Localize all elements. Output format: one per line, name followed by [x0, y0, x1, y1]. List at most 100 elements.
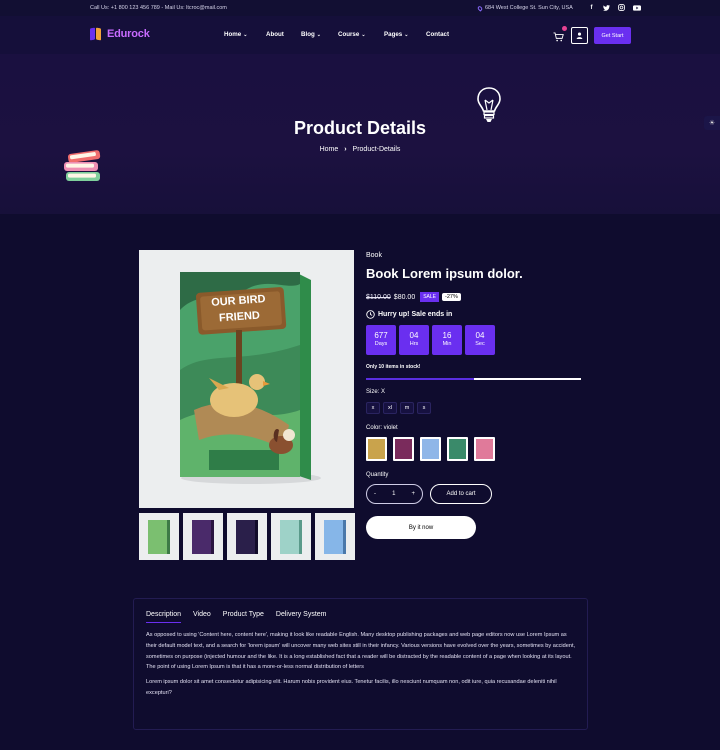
product-thumbnails [139, 513, 355, 560]
chevron-down-icon: ⌄ [404, 31, 409, 38]
size-option-xl[interactable]: xl [383, 402, 397, 414]
price-row: $110.00 $80.00 SALE -27% [366, 292, 461, 302]
brand-logo[interactable]: Edurock [90, 27, 150, 41]
color-option-2[interactable] [393, 437, 414, 461]
instagram-icon[interactable] [617, 3, 626, 12]
nav-contact[interactable]: Contact [426, 31, 449, 38]
quantity-stepper: - 1 + [366, 484, 423, 504]
nav-home-label: Home [224, 31, 242, 38]
decrement-button[interactable]: - [374, 491, 376, 497]
sun-icon: ☀ [708, 120, 716, 127]
increment-button[interactable]: + [411, 491, 415, 497]
book-stack-icon [62, 150, 104, 189]
swatch-fill [476, 439, 493, 459]
user-account-button[interactable] [571, 27, 588, 44]
old-price: $110.00 [366, 293, 391, 301]
countdown-seconds: 04 Sec [465, 325, 495, 355]
buy-now-button[interactable]: By it now [366, 516, 476, 539]
chevron-down-icon: ⌄ [361, 31, 366, 38]
nav-home[interactable]: Home ⌄ [224, 31, 266, 38]
description-paragraph: As opposed to using 'Content here, conte… [146, 632, 576, 671]
facebook-icon[interactable]: f [587, 3, 596, 12]
sale-badge: SALE [420, 292, 440, 302]
nav-course-label: Course [338, 31, 360, 38]
color-options [366, 437, 495, 461]
brand-name: Edurock [107, 28, 150, 40]
address: 684 West College St. Sun City, USA [476, 4, 573, 12]
color-option-4[interactable] [447, 437, 468, 461]
color-option-1[interactable] [366, 437, 387, 461]
size-label: Size: X [366, 389, 386, 395]
nav-pages[interactable]: Pages ⌄ [384, 31, 426, 38]
user-icon [576, 32, 583, 39]
countdown-hours: 04 Hrs [399, 325, 429, 355]
thumbnail-cover [280, 519, 302, 554]
countdown-value: 677 [374, 331, 388, 340]
countdown-value: 16 [442, 331, 452, 340]
product-title: Book Lorem ipsum dolor. [366, 266, 523, 281]
quantity-label: Quantity [366, 472, 389, 478]
breadcrumb-home[interactable]: Home [320, 146, 339, 153]
nav-course[interactable]: Course ⌄ [338, 31, 384, 38]
location-pin-icon [476, 4, 484, 12]
color-option-5[interactable] [474, 437, 495, 461]
add-to-cart-button[interactable]: Add to cart [430, 484, 492, 504]
nav-blog[interactable]: Blog ⌄ [301, 31, 338, 38]
tab-delivery-system[interactable]: Delivery System [276, 611, 327, 623]
book-logo-icon [90, 27, 102, 41]
countdown-unit: Min [442, 341, 452, 347]
stock-text: Only 10 items in stock! [366, 364, 421, 370]
countdown-value: 04 [409, 331, 419, 340]
thumbnail-4[interactable] [271, 513, 311, 560]
product-main-image[interactable]: OUR BIRD FRIEND [139, 250, 354, 508]
size-option-s[interactable]: s [417, 402, 431, 414]
description-paragraph: Lorem ipsum dolor sit amet consectetur a… [146, 679, 557, 696]
countdown-value: 04 [475, 331, 485, 340]
color-label: Color: violet [366, 425, 398, 431]
top-bar: Call Us: +1 800 123 456 789 - Mail Us: l… [0, 0, 720, 16]
thumbnail-cover [324, 519, 346, 554]
countdown-unit: Hrs [409, 341, 419, 347]
thumbnail-cover [192, 519, 214, 554]
size-option-x[interactable]: x [366, 402, 380, 414]
thumbnail-cover [148, 519, 170, 554]
nav-contact-label: Contact [426, 31, 450, 38]
quantity-value[interactable]: 1 [392, 491, 395, 497]
youtube-icon[interactable] [632, 3, 641, 12]
countdown-timer: 677 Days 04 Hrs 16 Min 04 Sec [366, 325, 495, 355]
tab-list: Description Video Product Type Delivery … [146, 611, 327, 623]
thumbnail-2[interactable] [183, 513, 223, 560]
social-links: f [587, 3, 641, 12]
thumbnail-cover [236, 519, 258, 554]
get-start-button[interactable]: Get Start [594, 27, 631, 44]
main-nav: Home ⌄ About Blog ⌄ Course ⌄ Pages ⌄ Con… [224, 31, 449, 38]
current-price: $80.00 [393, 293, 416, 301]
chevron-down-icon: ⌄ [243, 31, 248, 38]
swatch-fill [422, 439, 439, 459]
breadcrumb-current: Product-Details [352, 146, 401, 153]
hurry-text: Hurry up! Sale ends in [378, 311, 453, 318]
settings-toggle[interactable]: ☀ [704, 116, 720, 130]
tab-product-type[interactable]: Product Type [223, 611, 264, 623]
discount-badge: -27% [442, 293, 461, 301]
size-option-m[interactable]: m [400, 402, 414, 414]
thumbnail-1[interactable] [139, 513, 179, 560]
contact-info: Call Us: +1 800 123 456 789 - Mail Us: l… [90, 5, 227, 11]
product-tabs: Description Video Product Type Delivery … [133, 598, 588, 730]
color-option-3[interactable] [420, 437, 441, 461]
tab-description[interactable]: Description [146, 611, 182, 623]
nav-about[interactable]: About [266, 31, 301, 38]
thumbnail-5[interactable] [315, 513, 355, 560]
twitter-icon[interactable] [602, 3, 611, 12]
nav-about-label: About [266, 31, 284, 38]
thumbnail-3[interactable] [227, 513, 267, 560]
nav-blog-label: Blog [301, 31, 315, 38]
address-text: 684 West College St. Sun City, USA [485, 5, 573, 11]
nav-pages-label: Pages [384, 31, 403, 38]
clock-icon [366, 310, 375, 319]
tab-panel-description: As opposed to using 'Content here, conte… [146, 630, 576, 699]
stock-progress-fill [366, 378, 474, 380]
book-cover-illustration: OUR BIRD FRIEND [180, 272, 321, 484]
page-hero: Product Details Home › Product-Details ☀ [0, 54, 720, 214]
tab-video[interactable]: Video [193, 611, 211, 623]
